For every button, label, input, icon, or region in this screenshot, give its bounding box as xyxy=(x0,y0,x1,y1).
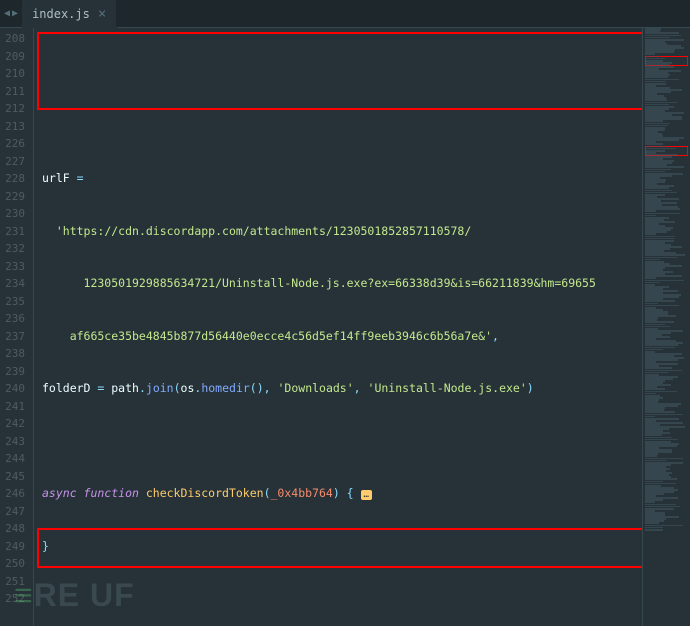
close-icon[interactable]: × xyxy=(98,6,106,22)
line-number: 250 xyxy=(4,555,25,573)
nav-forward-icon[interactable]: ▶ xyxy=(12,8,18,19)
code-line: async function checkDiscordToken(_0x4bb7… xyxy=(42,485,642,503)
line-number: 212 xyxy=(4,100,25,118)
code-line: 1230501929885634721/Uninstall-Node.js.ex… xyxy=(42,275,642,293)
line-number: 229 xyxy=(4,188,25,206)
line-number: 231 xyxy=(4,223,25,241)
line-number: 249 xyxy=(4,538,25,556)
line-number: 208 xyxy=(4,30,25,48)
line-number: 244 xyxy=(4,450,25,468)
nav-back-icon[interactable]: ◀ xyxy=(4,8,10,19)
line-number: 245 xyxy=(4,468,25,486)
line-number: 230 xyxy=(4,205,25,223)
line-number: 238 xyxy=(4,345,25,363)
code-line: af665ce35be4845b877d56440e0ecce4c56d5ef1… xyxy=(42,328,642,346)
line-number: 226 xyxy=(4,135,25,153)
code-line: 'https://cdn.discordapp.com/attachments/… xyxy=(42,223,642,241)
line-number: 248 xyxy=(4,520,25,538)
code-line xyxy=(42,433,642,451)
code-line: urlF = xyxy=(42,170,642,188)
line-number: 239 xyxy=(4,363,25,381)
line-number: 209 xyxy=(4,48,25,66)
watermark: ≡RE UF xyxy=(14,577,135,614)
line-number: 242 xyxy=(4,415,25,433)
line-number: 240 xyxy=(4,380,25,398)
line-number: 232 xyxy=(4,240,25,258)
line-number: 236 xyxy=(4,310,25,328)
fold-icon[interactable]: … xyxy=(361,490,372,500)
code-area[interactable]: urlF = 'https://cdn.discordapp.com/attac… xyxy=(34,28,642,626)
line-number: 213 xyxy=(4,118,25,136)
nav-arrows: ◀ ▶ xyxy=(0,8,22,19)
line-number: 247 xyxy=(4,503,25,521)
code-line: } xyxy=(42,538,642,556)
line-number: 241 xyxy=(4,398,25,416)
line-number: 237 xyxy=(4,328,25,346)
code-line xyxy=(42,118,642,136)
line-number: 233 xyxy=(4,258,25,276)
line-number: 235 xyxy=(4,293,25,311)
line-number: 243 xyxy=(4,433,25,451)
line-gutter: 2082092102112122132262272282292302312322… xyxy=(0,28,34,626)
line-number: 228 xyxy=(4,170,25,188)
highlight-box-1 xyxy=(37,32,642,110)
line-number: 210 xyxy=(4,65,25,83)
editor: 2082092102112122132262272282292302312322… xyxy=(0,28,690,626)
code-line: folderD = path.join(os.homedir(), 'Downl… xyxy=(42,380,642,398)
tab-bar: ◀ ▶ index.js × xyxy=(0,0,690,28)
line-number: 211 xyxy=(4,83,25,101)
tab-indexjs[interactable]: index.js × xyxy=(22,0,117,28)
minimap[interactable] xyxy=(642,28,690,626)
line-number: 246 xyxy=(4,485,25,503)
line-number: 227 xyxy=(4,153,25,171)
line-number: 234 xyxy=(4,275,25,293)
tab-label: index.js xyxy=(32,7,90,21)
